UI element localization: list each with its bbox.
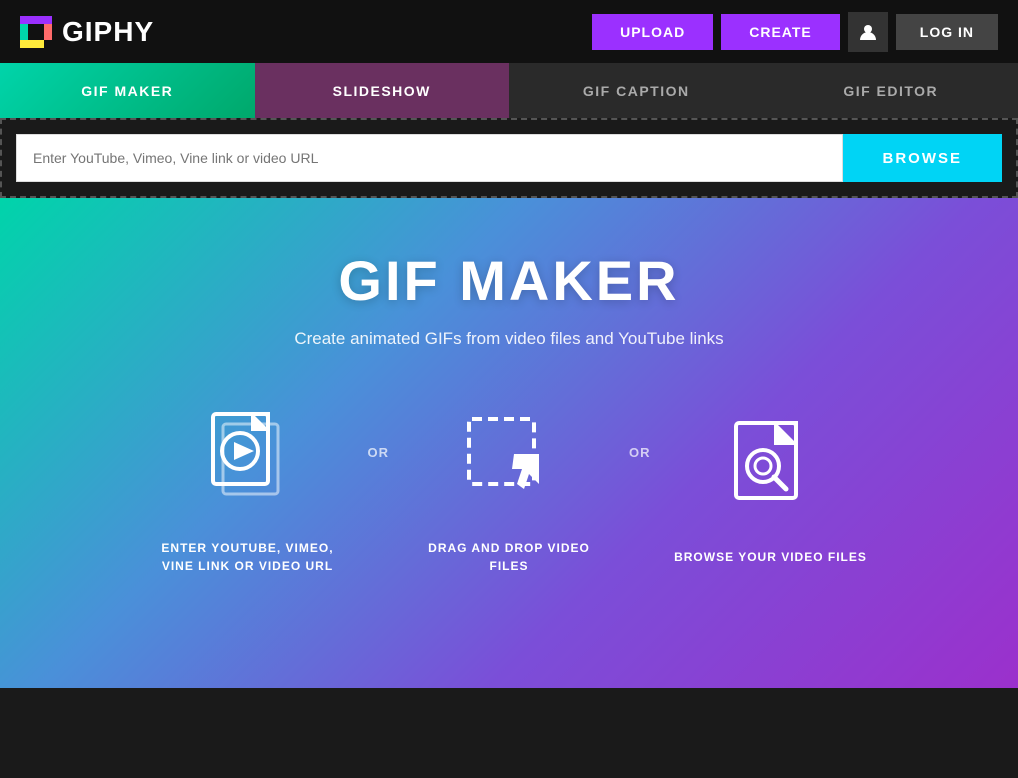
icon-label-drag: DRAG AND DROP VIDEOFILES <box>428 539 590 575</box>
icon-block-browse: BROWSE YOUR VIDEO FILES <box>671 418 871 566</box>
icon-label-browse: BROWSE YOUR VIDEO FILES <box>674 548 867 566</box>
browse-files-icon <box>721 418 821 528</box>
upload-button[interactable]: UPLOAD <box>592 14 713 50</box>
icon-block-url: ENTER YOUTUBE, VIMEO,VINE LINK OR VIDEO … <box>148 409 348 575</box>
upload-section: BROWSE <box>0 118 1018 198</box>
login-button[interactable]: LOG IN <box>896 14 998 50</box>
upload-inner: BROWSE <box>16 134 1002 182</box>
tab-gif-maker[interactable]: GIF MAKER <box>0 63 255 118</box>
hero-title: GIF MAKER <box>20 248 998 313</box>
icon-label-url: ENTER YOUTUBE, VIMEO,VINE LINK OR VIDEO … <box>161 539 333 575</box>
icon-block-drag: DRAG AND DROP VIDEOFILES <box>409 409 609 575</box>
video-link-icon <box>198 409 298 519</box>
browse-button[interactable]: BROWSE <box>843 134 1003 182</box>
tab-gif-editor[interactable]: GIF EDITOR <box>764 63 1018 118</box>
url-input[interactable] <box>16 134 843 182</box>
tabs-nav: GIF MAKER SLIDESHOW GIF CAPTION GIF EDIT… <box>0 63 1018 118</box>
logo-text: GIPHY <box>62 16 154 48</box>
drag-drop-icon <box>459 409 559 519</box>
create-button[interactable]: CREATE <box>721 14 840 50</box>
or-text-2: OR <box>629 445 651 460</box>
user-icon <box>859 23 877 41</box>
header: GIPHY UPLOAD CREATE LOG IN <box>0 0 1018 63</box>
tab-gif-caption[interactable]: GIF CAPTION <box>509 63 764 118</box>
icons-row: ENTER YOUTUBE, VIMEO,VINE LINK OR VIDEO … <box>20 409 998 575</box>
logo: GIPHY <box>20 16 154 48</box>
or-text-1: OR <box>368 445 390 460</box>
giphy-logo-icon <box>20 16 52 48</box>
header-actions: UPLOAD CREATE LOG IN <box>592 12 998 52</box>
hero-subtitle: Create animated GIFs from video files an… <box>20 329 998 349</box>
hero-section: GIF MAKER Create animated GIFs from vide… <box>0 198 1018 688</box>
tab-slideshow[interactable]: SLIDESHOW <box>255 63 510 118</box>
user-icon-button[interactable] <box>848 12 888 52</box>
